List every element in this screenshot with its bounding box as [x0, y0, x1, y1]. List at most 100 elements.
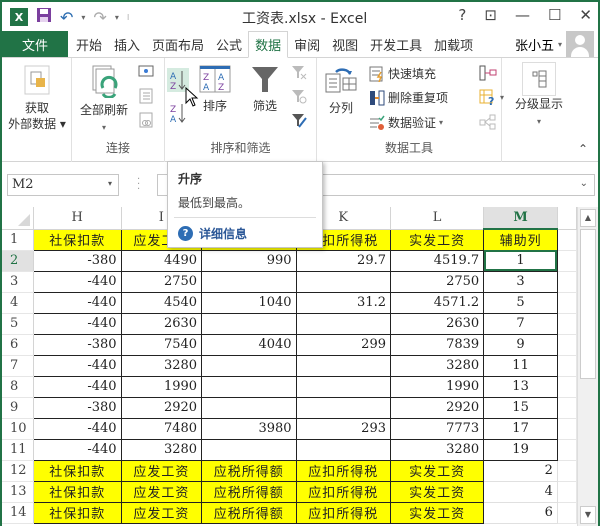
- cell-m12[interactable]: 2: [483, 459, 558, 482]
- cell-j7[interactable]: [201, 354, 297, 377]
- save-icon[interactable]: [36, 7, 52, 27]
- cell-h4[interactable]: -440: [32, 291, 122, 314]
- cell-l6[interactable]: 7839: [389, 333, 485, 356]
- cell-j4[interactable]: 1040: [201, 291, 297, 314]
- cell-h14[interactable]: 社保扣款: [32, 501, 122, 524]
- cell-i8[interactable]: 1990: [120, 375, 203, 398]
- cell-j3[interactable]: [201, 270, 297, 293]
- cell-h8[interactable]: -440: [32, 375, 122, 398]
- avatar[interactable]: [566, 31, 594, 57]
- user-account[interactable]: 张小五 ▾: [515, 31, 598, 57]
- cell-empty[interactable]: [556, 396, 577, 419]
- tab-insert[interactable]: 插入: [108, 31, 146, 57]
- clear-filter-button[interactable]: [291, 64, 307, 80]
- cell-i9[interactable]: 2920: [120, 396, 203, 419]
- cell-k13[interactable]: 应扣所得税: [295, 480, 392, 503]
- cell-h7[interactable]: -440: [32, 354, 122, 377]
- cell-j12[interactable]: 应税所得额: [201, 459, 297, 482]
- refresh-all-dropdown-icon[interactable]: ▾: [102, 123, 106, 132]
- cell-m4[interactable]: 5: [483, 291, 558, 314]
- undo-icon[interactable]: ↶: [60, 8, 73, 27]
- reapply-filter-button[interactable]: [291, 88, 307, 104]
- close-icon[interactable]: ✕: [579, 6, 592, 24]
- cell-l8[interactable]: 1990: [389, 375, 485, 398]
- cell-empty[interactable]: [556, 501, 577, 524]
- row-header[interactable]: 8: [2, 376, 34, 398]
- cell-l4[interactable]: 4571.2: [389, 291, 485, 314]
- cell-h13[interactable]: 社保扣款: [32, 480, 122, 503]
- remove-duplicates-button[interactable]: 删除重复项: [369, 89, 448, 106]
- name-box[interactable]: M2 ▾: [7, 174, 119, 196]
- tab-formulas[interactable]: 公式: [210, 31, 248, 57]
- scroll-down-icon[interactable]: ▼: [580, 506, 596, 524]
- cell-m11[interactable]: 19: [483, 438, 558, 461]
- name-box-dropdown-icon[interactable]: ▾: [108, 179, 112, 188]
- row-header[interactable]: 14: [2, 502, 34, 524]
- advanced-filter-button[interactable]: [291, 112, 307, 128]
- cell-i11[interactable]: 3280: [120, 438, 203, 461]
- what-if-analysis-button[interactable]: ? ▾: [479, 89, 504, 105]
- cell-empty[interactable]: [556, 312, 577, 335]
- cell-empty[interactable]: [556, 480, 577, 503]
- cell-j2[interactable]: 990: [201, 249, 297, 272]
- cell-empty[interactable]: [556, 438, 577, 461]
- cell-m1[interactable]: 辅助列: [483, 228, 558, 251]
- cell-i7[interactable]: 3280: [120, 354, 203, 377]
- cell-k2[interactable]: 29.7: [295, 249, 392, 272]
- row-header[interactable]: 11: [2, 439, 34, 461]
- row-header[interactable]: 2: [2, 250, 34, 272]
- tab-view[interactable]: 视图: [326, 31, 364, 57]
- cell-m3[interactable]: 3: [483, 270, 558, 293]
- text-to-columns-button[interactable]: 分列: [321, 64, 361, 116]
- cell-m2[interactable]: 1: [483, 249, 558, 272]
- cell-j9[interactable]: [201, 396, 297, 419]
- cell-empty[interactable]: [556, 333, 577, 356]
- redo-dropdown-icon[interactable]: ▾: [115, 13, 119, 22]
- column-header-n[interactable]: [557, 207, 577, 230]
- row-header[interactable]: 10: [2, 418, 34, 440]
- cell-m6[interactable]: 9: [483, 333, 558, 356]
- cell-h2[interactable]: -380: [32, 249, 122, 272]
- outline-dropdown-icon[interactable]: ▾: [537, 117, 541, 126]
- cell-h10[interactable]: -440: [32, 417, 122, 440]
- cell-m5[interactable]: 7: [483, 312, 558, 335]
- cell-i6[interactable]: 7540: [120, 333, 203, 356]
- edit-links-button[interactable]: [138, 112, 154, 128]
- cell-l3[interactable]: 2750: [389, 270, 485, 293]
- cell-j13[interactable]: 应税所得额: [201, 480, 297, 503]
- cell-l2[interactable]: 4519.7: [389, 249, 485, 272]
- cell-j14[interactable]: 应税所得额: [201, 501, 297, 524]
- cell-l5[interactable]: 2630: [389, 312, 485, 335]
- cell-i5[interactable]: 2630: [120, 312, 203, 335]
- undo-dropdown-icon[interactable]: ▾: [81, 13, 85, 22]
- redo-icon[interactable]: ↷: [93, 8, 106, 27]
- filter-button[interactable]: 筛选: [245, 64, 285, 114]
- column-header-m[interactable]: M: [483, 207, 558, 230]
- cell-empty[interactable]: [556, 417, 577, 440]
- cell-l12[interactable]: 实发工资: [389, 459, 485, 482]
- cell-i3[interactable]: 2750: [120, 270, 203, 293]
- sort-button[interactable]: ZAAZ 排序: [195, 64, 235, 114]
- row-header[interactable]: 13: [2, 481, 34, 503]
- cell-i12[interactable]: 应发工资: [120, 459, 203, 482]
- cell-h5[interactable]: -440: [32, 312, 122, 335]
- tooltip-help-link[interactable]: ? 详细信息: [178, 225, 247, 242]
- row-header[interactable]: 9: [2, 397, 34, 419]
- customize-qat-icon[interactable]: ⁝: [127, 13, 130, 22]
- cell-k4[interactable]: 31.2: [295, 291, 392, 314]
- get-external-data-button[interactable]: 获取 外部数据 ▾: [4, 64, 70, 132]
- select-all-corner[interactable]: [2, 207, 34, 230]
- minimize-icon[interactable]: —: [515, 6, 530, 24]
- collapse-ribbon-icon[interactable]: ⌃: [578, 142, 588, 156]
- ribbon-display-options-icon[interactable]: ⊡: [484, 6, 497, 24]
- vertical-scrollbar[interactable]: ▲ ▼: [577, 207, 598, 526]
- row-header[interactable]: 5: [2, 313, 34, 335]
- column-header-l[interactable]: L: [390, 207, 485, 230]
- refresh-all-button[interactable]: 全部刷新 ▾: [74, 64, 134, 136]
- help-icon[interactable]: ?: [458, 6, 466, 24]
- cell-j11[interactable]: [201, 438, 297, 461]
- cell-i10[interactable]: 7480: [120, 417, 203, 440]
- cell-l13[interactable]: 实发工资: [389, 480, 485, 503]
- cell-h1[interactable]: 社保扣款: [32, 228, 122, 251]
- cell-j5[interactable]: [201, 312, 297, 335]
